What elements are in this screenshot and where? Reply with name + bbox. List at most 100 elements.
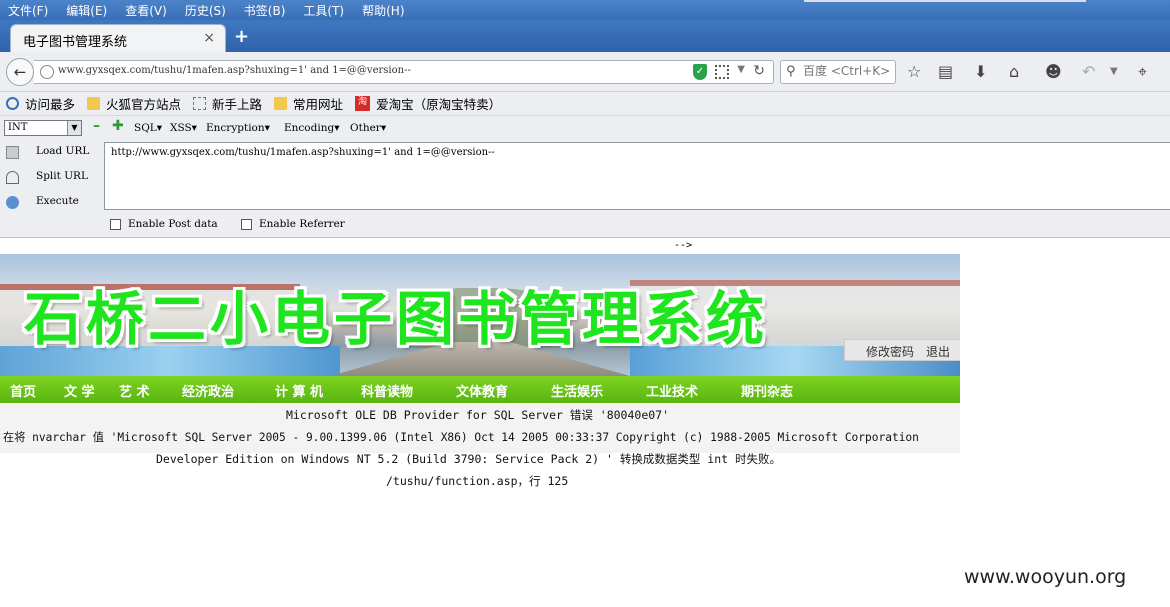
site-nav: 首页 文 学 艺 术 经济政治 计 算 机 科普读物 文体教育 生活娱乐 工业技… <box>0 376 960 403</box>
bookmark-aitaobao[interactable]: 淘爱淘宝（原淘宝特卖） <box>355 94 501 113</box>
tab-title: 电子图书管理系统 <box>23 35 128 50</box>
tab-active[interactable]: 电子图书管理系统 × <box>10 24 226 52</box>
xss-menu[interactable]: XSS▾ <box>170 122 197 134</box>
chat-icon[interactable]: ☻ <box>1045 62 1062 81</box>
play-icon <box>6 196 19 209</box>
nav-home[interactable]: 首页 <box>10 381 36 400</box>
undo-icon[interactable]: ↶ <box>1082 62 1095 81</box>
hackbar: INT ▼ – ✚ SQL▾ XSS▾ Encryption▾ Encoding… <box>0 116 1170 238</box>
load-icon <box>6 146 19 159</box>
logout-link[interactable]: 退出 <box>926 343 950 360</box>
checkbox-box[interactable] <box>110 218 121 230</box>
bookmarks-bar: 访问最多 火狐官方站点 新手上路 常用网址 淘爱淘宝（原淘宝特卖） <box>0 92 1170 116</box>
enable-post-checkbox[interactable]: Enable Post data <box>110 218 218 230</box>
enable-post-label: Enable Post data <box>128 218 218 230</box>
nav-lifestyle[interactable]: 生活娱乐 <box>551 381 603 400</box>
bookmark-label: 爱淘宝（原淘宝特卖） <box>376 97 502 112</box>
error-location: /tushu/function.asp，行 125 <box>386 474 569 488</box>
arrow-left-icon: ← <box>13 63 27 81</box>
change-password-link[interactable]: 修改密码 <box>866 343 914 360</box>
error-title: Microsoft OLE DB Provider for SQL Server… <box>286 408 670 422</box>
folder-icon <box>87 97 101 110</box>
taobao-icon: 淘 <box>355 96 371 111</box>
split-url-button[interactable]: Split URL <box>0 167 100 189</box>
execute-button[interactable]: Execute <box>0 192 100 214</box>
error-message-line: Developer Edition on Windows NT 5.2 (Bui… <box>156 452 781 466</box>
crop-icon[interactable]: ⌖ <box>1138 62 1147 82</box>
menu-tools[interactable]: 工具(T) <box>303 2 344 19</box>
bookmark-label: 新手上路 <box>212 97 263 112</box>
banner-title: 石桥二小电子图书管理系统 <box>24 285 769 353</box>
chevron-down-icon[interactable]: ▼ <box>1110 66 1118 77</box>
tab-close-icon[interactable]: × <box>203 30 215 46</box>
other-menu[interactable]: Other▾ <box>350 122 386 134</box>
account-links: 修改密码 退出 <box>844 339 960 361</box>
nav-economics[interactable]: 经济政治 <box>182 381 234 400</box>
star-icon[interactable]: ☆ <box>907 62 921 81</box>
nav-periodicals[interactable]: 期刊杂志 <box>741 381 793 400</box>
url-textarea[interactable]: http://www.gyxsqex.com/tushu/1mafen.asp?… <box>104 142 1170 210</box>
menu-help[interactable]: 帮助(H) <box>362 2 404 19</box>
bookmark-label: 常用网址 <box>293 97 344 112</box>
bookmark-label: 火狐官方站点 <box>106 97 182 112</box>
folder-icon <box>274 97 288 110</box>
search-input[interactable] <box>803 64 893 78</box>
bookmark-most-visited[interactable]: 访问最多 <box>6 94 75 113</box>
nav-literature[interactable]: 文 学 <box>64 381 95 400</box>
bookmark-firefox[interactable]: 火狐官方站点 <box>87 94 181 113</box>
menu-history[interactable]: 历史(S) <box>185 2 226 19</box>
page-icon <box>193 97 207 110</box>
nav-bar: ← www.gyxsqex.com/tushu/1mafen.asp?shuxi… <box>0 52 1170 92</box>
chevron-down-icon[interactable]: ▼ <box>67 121 81 135</box>
nav-education[interactable]: 文体教育 <box>456 381 508 400</box>
error-message-line: 在将 nvarchar 值 'Microsoft SQL Server 2005… <box>3 431 919 444</box>
menu-bar: 文件(F) 编辑(E) 查看(V) 历史(S) 书签(B) 工具(T) 帮助(H… <box>0 0 1170 20</box>
encoding-menu[interactable]: Encoding▾ <box>284 122 339 134</box>
stray-comment-text: --> <box>674 240 693 251</box>
qr-code-icon[interactable] <box>715 65 729 79</box>
site-banner: 石桥二小电子图书管理系统 修改密码 退出 <box>0 254 960 376</box>
home-icon[interactable]: ⌂ <box>1009 62 1019 81</box>
watermark: www.wooyun.org <box>964 566 1127 588</box>
new-tab-button[interactable]: + <box>234 26 249 47</box>
bookmark-label: 访问最多 <box>25 97 76 112</box>
tab-strip: 电子图书管理系统 × <box>0 20 1170 52</box>
reading-list-icon[interactable]: ▤ <box>938 62 953 81</box>
menu-edit[interactable]: 编辑(E) <box>66 2 107 19</box>
plus-icon[interactable]: ✚ <box>112 118 124 134</box>
encryption-menu[interactable]: Encryption▾ <box>206 122 270 134</box>
type-select-value: INT <box>8 122 28 133</box>
menu-view[interactable]: 查看(V) <box>125 2 167 19</box>
enable-referrer-checkbox[interactable]: Enable Referrer <box>241 218 345 230</box>
nav-science[interactable]: 科普读物 <box>361 381 413 400</box>
reload-icon[interactable]: ↻ <box>753 63 765 79</box>
shield-icon[interactable]: ✓ <box>693 64 707 80</box>
enable-referrer-label: Enable Referrer <box>259 218 345 230</box>
url-bar[interactable]: www.gyxsqex.com/tushu/1mafen.asp?shuxing… <box>34 60 774 84</box>
chevron-down-icon[interactable]: ▼ <box>737 64 745 75</box>
menu-file[interactable]: 文件(F) <box>8 2 48 19</box>
sql-menu[interactable]: SQL▾ <box>134 122 162 134</box>
search-box[interactable]: ⚲ <box>780 60 896 84</box>
checkbox-box[interactable] <box>241 218 252 230</box>
nav-art[interactable]: 艺 术 <box>119 381 150 400</box>
load-url-button[interactable]: Load URL <box>0 142 100 164</box>
load-url-label: Load URL <box>36 145 90 157</box>
download-icon[interactable]: ⬇ <box>974 62 987 81</box>
back-button[interactable]: ← <box>6 58 34 86</box>
url-text[interactable]: www.gyxsqex.com/tushu/1mafen.asp?shuxing… <box>58 65 411 76</box>
nav-computer[interactable]: 计 算 机 <box>275 381 323 400</box>
split-url-label: Split URL <box>36 170 88 182</box>
search-icon: ⚲ <box>786 64 796 79</box>
menu-bookmarks[interactable]: 书签(B) <box>244 2 286 19</box>
execute-label: Execute <box>36 195 79 207</box>
bookmark-getting-started[interactable]: 新手上路 <box>193 94 262 113</box>
scissors-icon <box>6 171 19 184</box>
globe-icon <box>40 65 54 79</box>
minus-icon[interactable]: – <box>93 118 100 134</box>
window-edge <box>804 0 1086 2</box>
nav-industry[interactable]: 工业技术 <box>646 381 698 400</box>
search-icon <box>6 97 19 110</box>
bookmark-common[interactable]: 常用网址 <box>274 94 343 113</box>
type-select[interactable]: INT ▼ <box>4 120 82 136</box>
